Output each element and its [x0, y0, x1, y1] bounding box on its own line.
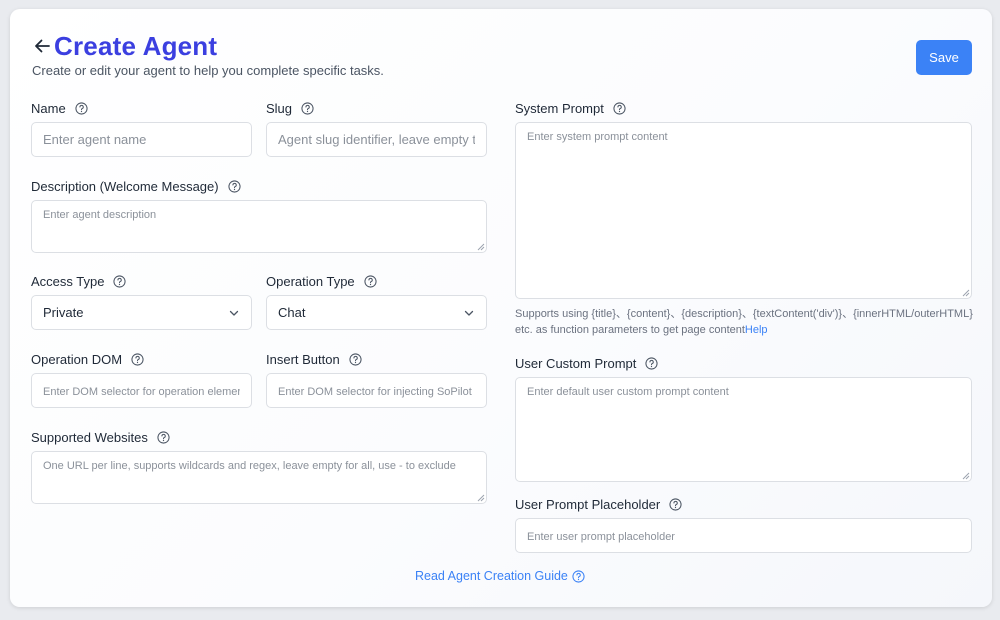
save-button[interactable]: Save	[916, 40, 972, 75]
description-label-row: Description (Welcome Message)	[31, 177, 487, 195]
page-subtitle: Create or edit your agent to help you co…	[32, 63, 384, 78]
supported-websites-label-row: Supported Websites	[31, 428, 487, 446]
chevron-down-icon	[229, 310, 239, 316]
user-custom-prompt-field: User Custom Prompt	[515, 354, 972, 482]
operation-dom-label: Operation DOM	[31, 351, 123, 367]
user-custom-prompt-label: User Custom Prompt	[515, 355, 637, 371]
page-header: Create Agent Create or edit your agent t…	[32, 31, 384, 78]
question-circle-icon[interactable]	[301, 101, 314, 115]
operation-dom-field: Operation DOM	[31, 350, 252, 408]
system-prompt-label-row: System Prompt	[515, 99, 972, 117]
insert-button-input[interactable]	[266, 373, 487, 408]
name-field: Name	[31, 99, 252, 157]
question-circle-icon[interactable]	[131, 352, 144, 366]
slug-label-row: Slug	[266, 99, 487, 117]
insert-button-field: Insert Button	[266, 350, 487, 408]
question-circle-icon[interactable]	[157, 430, 170, 444]
description-field: Description (Welcome Message)	[31, 177, 487, 253]
create-agent-card: Create Agent Create or edit your agent t…	[10, 9, 992, 607]
help-link[interactable]: Help	[745, 324, 768, 336]
title-row: Create Agent	[32, 31, 384, 61]
description-label: Description (Welcome Message)	[31, 178, 219, 194]
access-type-field: Access Type Private	[31, 272, 252, 330]
user-prompt-placeholder-label: User Prompt Placeholder	[515, 496, 661, 512]
operation-type-selected-value: Chat	[278, 305, 306, 320]
description-textarea[interactable]	[31, 200, 487, 253]
question-circle-icon[interactable]	[613, 101, 626, 115]
name-label: Name	[31, 100, 66, 116]
slug-input[interactable]	[266, 122, 487, 157]
question-circle-icon	[572, 569, 585, 583]
question-circle-icon[interactable]	[113, 274, 127, 288]
insert-button-label-row: Insert Button	[266, 350, 487, 368]
access-type-label: Access Type	[31, 273, 105, 289]
operation-dom-input[interactable]	[31, 373, 252, 408]
operation-type-select[interactable]: Chat	[266, 295, 487, 330]
supported-websites-label: Supported Websites	[31, 429, 148, 445]
system-prompt-label: System Prompt	[515, 100, 604, 116]
system-prompt-field: System Prompt	[515, 99, 972, 299]
question-circle-icon[interactable]	[75, 101, 88, 115]
access-type-selected-value: Private	[43, 305, 84, 320]
operation-type-field: Operation Type Chat	[266, 272, 487, 330]
name-input[interactable]	[31, 122, 252, 157]
question-circle-icon[interactable]	[364, 274, 377, 288]
user-custom-prompt-label-row: User Custom Prompt	[515, 354, 972, 372]
user-prompt-placeholder-input[interactable]	[515, 518, 972, 553]
operation-type-label-row: Operation Type	[266, 272, 487, 290]
slug-field: Slug	[266, 99, 487, 157]
page-title: Create Agent	[54, 31, 218, 61]
access-type-label-row: Access Type	[31, 272, 252, 290]
operation-type-label: Operation Type	[266, 273, 355, 289]
supported-websites-textarea[interactable]	[31, 451, 487, 504]
access-type-select[interactable]: Private	[31, 295, 252, 330]
operation-dom-label-row: Operation DOM	[31, 350, 252, 368]
name-label-row: Name	[31, 99, 252, 117]
insert-button-label: Insert Button	[266, 351, 340, 367]
user-custom-prompt-textarea[interactable]	[515, 377, 972, 482]
question-circle-icon[interactable]	[669, 497, 682, 511]
user-prompt-placeholder-field: User Prompt Placeholder	[515, 495, 972, 553]
supported-websites-field: Supported Websites	[31, 428, 487, 504]
chevron-down-icon	[464, 310, 474, 316]
question-circle-icon[interactable]	[645, 356, 658, 370]
agent-creation-guide-link[interactable]: Read Agent Creation Guide	[415, 569, 585, 583]
question-circle-icon[interactable]	[349, 352, 362, 366]
arrow-left-icon[interactable]	[32, 36, 52, 56]
question-circle-icon[interactable]	[228, 179, 241, 193]
system-prompt-textarea[interactable]	[515, 122, 972, 299]
user-prompt-placeholder-label-row: User Prompt Placeholder	[515, 495, 972, 513]
guide-link-label: Read Agent Creation Guide	[415, 569, 568, 583]
system-prompt-hint: Supports using {title}、{content}、{descri…	[515, 306, 975, 338]
slug-label: Slug	[266, 100, 293, 116]
